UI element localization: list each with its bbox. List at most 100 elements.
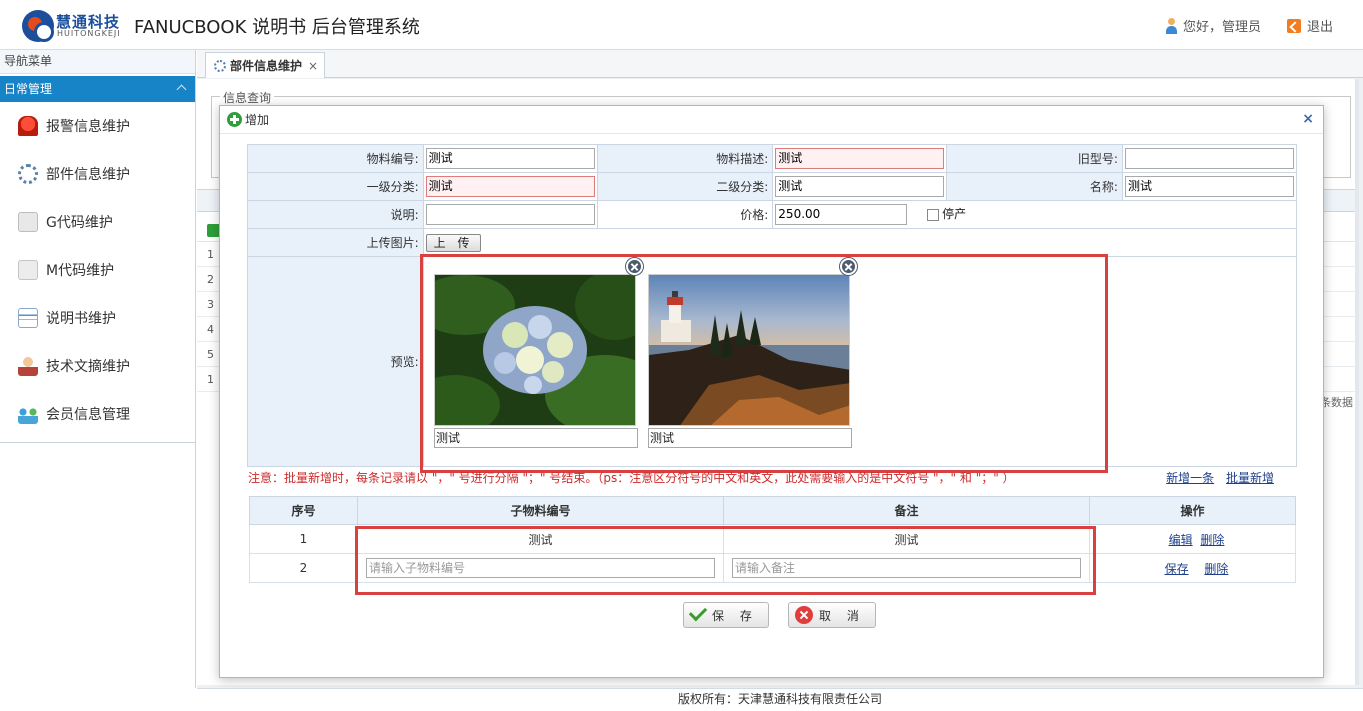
preview-image-card-1: 测试: [434, 274, 638, 448]
image-caption-input-2[interactable]: 测试: [648, 428, 852, 448]
material-desc-label: 物料描述:: [596, 144, 774, 173]
sidebar-item-label: G代码维护: [46, 215, 113, 231]
person-icon: [18, 356, 38, 376]
upload-label: 上传图片:: [247, 228, 424, 257]
add-batch-link[interactable]: 批量新增: [1226, 471, 1274, 485]
discontinued-label: 停产: [942, 207, 967, 221]
collapse-chevron-icon[interactable]: [176, 84, 187, 95]
logout-link[interactable]: 退出: [1307, 16, 1333, 35]
sidebar-item-label: 会员信息管理: [46, 407, 130, 423]
footer: 版权所有：天津慧通科技有限责任公司: [197, 688, 1363, 711]
sub-table-highlight-box: [355, 526, 1096, 595]
preview-image-2: [648, 274, 850, 426]
preview-image-1: [434, 274, 636, 426]
query-legend: 信息查询: [220, 89, 275, 106]
check-icon: [688, 602, 708, 622]
delete-link[interactable]: 删除: [1204, 562, 1228, 576]
scrollbar[interactable]: [1355, 79, 1359, 685]
remove-image-2-icon[interactable]: [840, 258, 857, 275]
image-caption-input-1[interactable]: 测试: [434, 428, 638, 448]
row-no: 2: [249, 553, 358, 583]
greeting-text: 您好，管理员: [1182, 20, 1261, 35]
gear-icon: [214, 59, 226, 72]
col-header-ops: 操作: [1089, 496, 1296, 525]
manual-icon: [18, 308, 38, 328]
upload-button[interactable]: 上 传: [425, 233, 482, 252]
tab-close-icon[interactable]: ×: [308, 59, 318, 73]
add-icon: [227, 112, 242, 127]
add-one-link[interactable]: 新增一条: [1166, 471, 1214, 485]
tab-bar: 部件信息维护 ×: [197, 50, 1363, 78]
save-button[interactable]: 保 存: [683, 602, 769, 628]
old-model-input[interactable]: [1124, 148, 1294, 169]
sidebar-item-label: 报警信息维护: [46, 119, 130, 135]
tab-parts[interactable]: 部件信息维护 ×: [205, 52, 326, 78]
sidebar-item-label: 技术文摘维护: [46, 359, 130, 375]
sidebar-item-label: 说明书维护: [46, 311, 116, 327]
preview-label: 预览:: [247, 256, 424, 467]
col-header-remark: 备注: [723, 496, 1090, 525]
members-icon: [18, 404, 38, 424]
remove-image-1-icon[interactable]: [626, 258, 643, 275]
cancel-button[interactable]: 取 消: [788, 602, 876, 628]
sidebar-item-gcode[interactable]: G代码维护: [0, 198, 195, 246]
save-row-link[interactable]: 保存: [1165, 562, 1189, 576]
nav-list: 报警信息维护 部件信息维护 G代码维护 M代码维护 说明书维护 技术文摘维护 会…: [0, 102, 195, 443]
sidebar-item-members[interactable]: 会员信息管理: [0, 390, 195, 438]
cancel-icon: [795, 606, 813, 624]
sidebar-item-digest[interactable]: 技术文摘维护: [0, 342, 195, 390]
dialog-header: 增加: [220, 106, 1323, 134]
material-desc-input[interactable]: 测试: [775, 148, 945, 169]
user-area: 您好，管理员 退出: [1165, 16, 1333, 35]
row-ops: 保存 删除: [1089, 553, 1296, 583]
category2-label: 二级分类:: [596, 172, 774, 201]
dialog-close-icon[interactable]: ×: [1302, 111, 1314, 127]
nav-group-label: 日常管理: [4, 82, 53, 96]
user-icon: [1165, 17, 1177, 34]
cancel-label: 取 消: [819, 608, 865, 623]
header: 慧通科技 HUITONGKEJI FANUCBOOK 说明书 后台管理系统 您好…: [0, 0, 1363, 50]
name-label: 名称:: [946, 172, 1123, 201]
logo-mark-icon: [22, 10, 54, 42]
nav-group-daily[interactable]: 日常管理: [0, 76, 195, 102]
hydrangea-photo: [435, 275, 635, 425]
category1-input[interactable]: 测试: [425, 176, 595, 197]
m-code-icon: [18, 260, 38, 280]
alarm-icon: [18, 116, 38, 136]
price-input[interactable]: 250.00: [775, 204, 908, 225]
nav-title: 导航菜单: [0, 50, 195, 74]
company-logo: 慧通科技 HUITONGKEJI: [22, 10, 122, 42]
description-input[interactable]: [425, 204, 595, 225]
discontinued-checkbox[interactable]: [927, 208, 940, 221]
gear-icon: [18, 164, 38, 184]
sidebar-item-alarm[interactable]: 报警信息维护: [0, 102, 195, 150]
row-ops: 编辑 删除: [1089, 524, 1296, 554]
add-dialog: 增加 × 物料编号: 测试 物料描述: 测试 旧型号: 一级分类: 测试 二级分…: [219, 105, 1324, 678]
sidebar: 导航菜单 日常管理 报警信息维护 部件信息维护 G代码维护 M代码维护 说明书维…: [0, 50, 196, 688]
sidebar-item-label: 部件信息维护: [46, 167, 130, 183]
price-label: 价格:: [596, 200, 774, 229]
material-no-label: 物料编号:: [247, 144, 424, 173]
dialog-title: 增加: [245, 113, 270, 127]
name-input[interactable]: 测试: [1124, 176, 1294, 197]
col-header-no: 序号: [249, 496, 358, 525]
sidebar-item-mcode[interactable]: M代码维护: [0, 246, 195, 294]
system-title: FANUCBOOK 说明书 后台管理系统: [134, 17, 420, 38]
col-header-code: 子物料编号: [357, 496, 724, 525]
sidebar-item-manual[interactable]: 说明书维护: [0, 294, 195, 342]
sidebar-item-label: M代码维护: [46, 263, 115, 279]
save-label: 保 存: [712, 608, 758, 623]
batch-links: 新增一条 批量新增: [1158, 469, 1274, 486]
lighthouse-photo: [649, 275, 849, 425]
sidebar-item-parts[interactable]: 部件信息维护: [0, 150, 195, 198]
batch-notice: 注意：批量新增时，每条记录请以 "，" 号进行分隔 "；" 号结束。（ps：注意…: [248, 471, 1015, 485]
material-no-input[interactable]: 测试: [425, 148, 595, 169]
category1-label: 一级分类:: [247, 172, 424, 201]
category2-input[interactable]: 测试: [775, 176, 945, 197]
delete-link[interactable]: 删除: [1200, 533, 1224, 547]
description-label: 说明:: [247, 200, 424, 229]
edit-link[interactable]: 编辑: [1169, 533, 1193, 547]
row-no: 1: [249, 524, 358, 554]
logout-icon[interactable]: [1286, 18, 1301, 33]
g-code-icon: [18, 212, 38, 232]
